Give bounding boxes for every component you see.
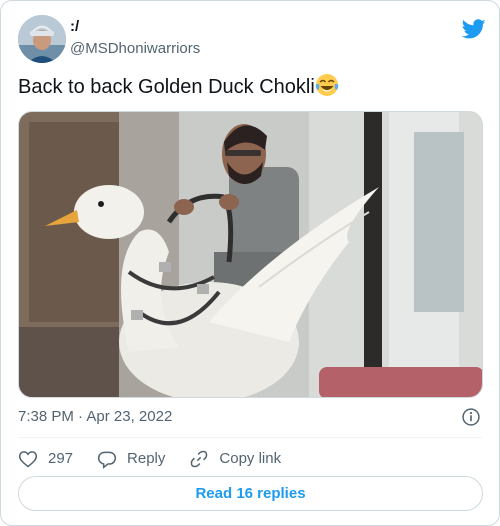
tweet-timestamp[interactable]: 7:38 PM · Apr 23, 2022 xyxy=(18,407,172,427)
link-icon xyxy=(191,450,208,468)
like-button[interactable]: 297 xyxy=(18,449,73,469)
reply-button[interactable]: Reply xyxy=(97,449,165,469)
read-replies-button[interactable]: Read 16 replies xyxy=(18,476,483,511)
reply-icon xyxy=(97,451,117,469)
goose-photo xyxy=(19,112,482,397)
meta-separator: · xyxy=(78,408,84,425)
tweet-text: Back to back Golden Duck Chokli xyxy=(18,73,339,104)
heart-icon xyxy=(18,451,38,468)
twitter-bird-icon[interactable] xyxy=(462,17,486,41)
copy-link-button[interactable]: Copy link xyxy=(189,449,281,469)
reply-label: Reply xyxy=(127,450,166,467)
tweet-card: :/ @MSDhoniwarriors Back to back Golden … xyxy=(0,0,500,526)
tweet-text-content: Back to back Golden Duck Chokli xyxy=(18,76,315,98)
user-names: :/ @MSDhoniwarriors xyxy=(70,17,200,59)
face-with-tears-of-joy-icon xyxy=(315,73,339,104)
info-icon[interactable] xyxy=(461,407,481,427)
user-handle[interactable]: @MSDhoniwarriors xyxy=(70,39,200,59)
avatar[interactable] xyxy=(18,15,66,63)
tweet-time: 7:38 PM xyxy=(18,408,74,425)
tweet-header: :/ @MSDhoniwarriors xyxy=(18,15,486,63)
divider xyxy=(18,437,482,438)
tweet-actions: 297 Reply Copy link xyxy=(18,446,305,472)
copy-link-label: Copy link xyxy=(219,450,282,467)
like-count: 297 xyxy=(48,450,74,467)
display-name[interactable]: :/ xyxy=(70,17,200,37)
tweet-image[interactable] xyxy=(18,111,483,398)
tweet-date: Apr 23, 2022 xyxy=(86,408,173,425)
